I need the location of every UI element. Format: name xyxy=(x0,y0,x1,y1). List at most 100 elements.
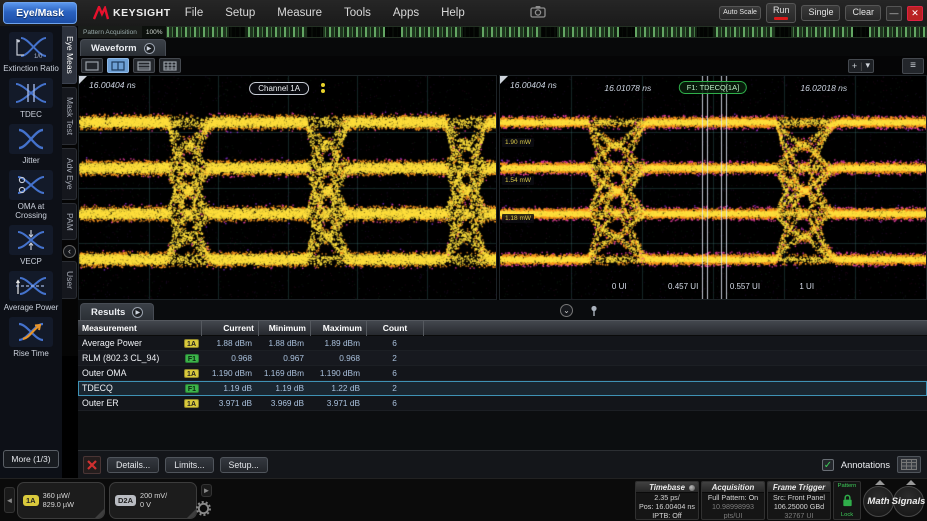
tile-corner-fold xyxy=(95,509,104,518)
rise-time-icon xyxy=(9,317,53,347)
menu-measure[interactable]: Measure xyxy=(277,7,322,19)
threshold-label-middle: 1.54 mW xyxy=(502,176,534,185)
table-row-outer-oma[interactable]: Outer OMA1A 1.190 dBm 1.169 dBm 1.190 dB… xyxy=(78,366,927,381)
right-tdecq-plot[interactable]: 16.00404 ns 16.01078 ns F1: TDECQ[1A] 16… xyxy=(499,75,927,300)
math-panel-arrow-icon[interactable] xyxy=(875,480,885,485)
tab-waveform[interactable]: Waveform ▶ xyxy=(80,39,166,56)
count-value: 2 xyxy=(366,351,423,365)
table-row-tdecq[interactable]: TDECQF1 1.19 dB 1.19 dB 1.22 dB 2 xyxy=(78,381,927,396)
menu-tools[interactable]: Tools xyxy=(344,7,371,19)
frame-trigger-tile[interactable]: Frame Trigger Src: Front Panel 106.25000… xyxy=(767,481,831,520)
play-icon[interactable]: ▶ xyxy=(132,307,143,318)
close-button[interactable]: ✕ xyxy=(907,6,923,21)
col-maximum[interactable]: Maximum xyxy=(310,321,366,336)
tab-pam[interactable]: PAM xyxy=(62,203,77,241)
layout-grid-button[interactable] xyxy=(159,58,181,73)
count-value: 6 xyxy=(366,396,423,410)
tab-adv-eye[interactable]: Adv Eye xyxy=(62,148,77,200)
pane-select-corner-icon[interactable] xyxy=(79,76,87,84)
eye-mask-mode-button[interactable]: Eye/Mask xyxy=(3,2,77,24)
count-value: 6 xyxy=(366,366,423,380)
source-badge: 1A xyxy=(184,339,199,348)
annotations-checkbox[interactable]: ✓ xyxy=(822,459,834,471)
signal-badge-1a: 1A xyxy=(23,495,39,506)
sidebar-item-jitter[interactable]: Jitter xyxy=(1,124,61,165)
signals-scroll-left-icon[interactable]: ◄ xyxy=(4,487,15,513)
collapse-sidebar-icon[interactable]: ‹ xyxy=(63,245,76,258)
plot-menu-button[interactable]: ≡ xyxy=(902,58,924,74)
threshold-label-upper: 1.90 mW xyxy=(502,138,534,147)
source-badge: F1 xyxy=(185,384,199,393)
status-bar: ◄ 1A 360 µW/ 829.0 µW D2A 200 mV/ 0 V ► xyxy=(0,478,927,521)
acquisition-tile[interactable]: Acquisition Full Pattern: On 10.98998993… xyxy=(701,481,765,520)
sidebar-item-vecp[interactable]: VECP xyxy=(1,225,61,266)
col-minimum[interactable]: Minimum xyxy=(258,321,310,336)
auto-scale-button[interactable]: Auto Scale xyxy=(719,6,761,19)
table-row-rlm[interactable]: RLM (802.3 CL_94)F1 0.968 0.967 0.968 2 xyxy=(78,351,927,366)
sidebar-item-label: Rise Time xyxy=(13,349,49,358)
sidebar-item-oma-at-crossing[interactable]: OMA at Crossing xyxy=(1,170,61,220)
col-measurement[interactable]: Measurement xyxy=(78,321,201,336)
sidebar-item-tdec[interactable]: TDEC xyxy=(1,78,61,119)
layout-single-pane-button[interactable] xyxy=(81,58,103,73)
count-value: 2 xyxy=(366,381,423,395)
menu-help[interactable]: Help xyxy=(441,7,465,19)
current-value: 3.971 dB xyxy=(201,396,258,410)
signal-tile-d2a[interactable]: D2A 200 mV/ 0 V xyxy=(109,482,197,519)
signals-scroll-right-icon[interactable]: ► xyxy=(201,484,212,497)
play-icon[interactable]: ▶ xyxy=(144,43,155,54)
col-current[interactable]: Current xyxy=(201,321,258,336)
tab-mask-test[interactable]: Mask Test xyxy=(62,87,77,145)
menu-apps[interactable]: Apps xyxy=(393,7,419,19)
signals-button[interactable]: Signals xyxy=(893,486,924,517)
tab-user[interactable]: User xyxy=(62,261,77,299)
delete-measurement-icon[interactable] xyxy=(83,456,101,474)
measurement-name: Average Power xyxy=(82,336,142,350)
maximum-value: 1.89 dBm xyxy=(310,336,366,350)
table-row-average-power[interactable]: Average Power1A 1.88 dBm 1.88 dBm 1.89 d… xyxy=(78,336,927,351)
col-count[interactable]: Count xyxy=(366,321,423,336)
add-pane-control[interactable]: +|▾ xyxy=(848,59,874,73)
menu-setup[interactable]: Setup xyxy=(225,7,255,19)
screenshot-camera-icon[interactable] xyxy=(530,5,546,23)
math-button[interactable]: Math xyxy=(863,486,894,517)
sidebar-item-label: TDEC xyxy=(20,110,42,119)
clear-button[interactable]: Clear xyxy=(845,5,881,20)
tab-eye-meas[interactable]: Eye Meas xyxy=(62,26,77,84)
left-eye-plot[interactable]: 16.00404 ns Channel 1A xyxy=(78,75,497,300)
sidebar-item-extinction-ratio[interactable]: 1/0 Extinction Ratio xyxy=(1,32,61,73)
pin-icon[interactable] xyxy=(589,305,599,317)
sidebar-item-average-power[interactable]: Average Power xyxy=(1,271,61,312)
gear-icon[interactable] xyxy=(196,501,211,521)
layout-rows-button[interactable] xyxy=(133,58,155,73)
results-tab-label: Results xyxy=(91,307,125,318)
marker1-time-label: 16.01078 ns xyxy=(604,83,651,93)
collapse-results-icon[interactable]: ⌄ xyxy=(560,304,573,317)
signals-panel-arrow-icon[interactable] xyxy=(906,480,916,485)
table-row-outer-er[interactable]: Outer ER1A 3.971 dB 3.969 dB 3.971 dB 6 xyxy=(78,396,927,411)
signal-offset: 829.0 µW xyxy=(43,501,74,510)
signal-tile-1a[interactable]: 1A 360 µW/ 829.0 µW xyxy=(17,482,105,519)
channel-1a-label[interactable]: Channel 1A xyxy=(249,82,309,95)
pane-select-corner-icon[interactable] xyxy=(500,76,508,84)
tab-results[interactable]: Results ▶ xyxy=(80,303,154,320)
xtick-1ui: 1 UI xyxy=(799,282,814,291)
tdecq-function-label[interactable]: F1: TDECQ[1A] xyxy=(679,81,747,94)
setup-button[interactable]: Setup... xyxy=(220,457,268,473)
minimum-value: 3.969 dB xyxy=(258,396,310,410)
layout-two-pane-button[interactable] xyxy=(107,58,129,73)
measurement-sidebar: 1/0 Extinction Ratio TDEC Jitter xyxy=(0,26,62,478)
limits-button[interactable]: Limits... xyxy=(165,457,213,473)
details-button[interactable]: Details... xyxy=(107,457,159,473)
timebase-tile[interactable]: Timebase 2.35 ps/ Pos: 16.00404 ns IPTB:… xyxy=(635,481,699,520)
run-button[interactable]: Run xyxy=(766,3,797,22)
minimize-button[interactable]: — xyxy=(886,6,902,21)
single-button[interactable]: Single xyxy=(801,5,840,20)
measurement-name: RLM (802.3 CL_94) xyxy=(82,351,159,365)
more-measurements-button[interactable]: More (1/3) xyxy=(3,450,58,468)
pattern-lock-tile[interactable]: Pattern Lock xyxy=(833,481,861,520)
sidebar-item-rise-time[interactable]: Rise Time xyxy=(1,317,61,358)
minimum-value: 1.19 dB xyxy=(258,381,310,395)
annotation-table-icon[interactable] xyxy=(897,456,921,473)
menu-file[interactable]: File xyxy=(185,7,204,19)
